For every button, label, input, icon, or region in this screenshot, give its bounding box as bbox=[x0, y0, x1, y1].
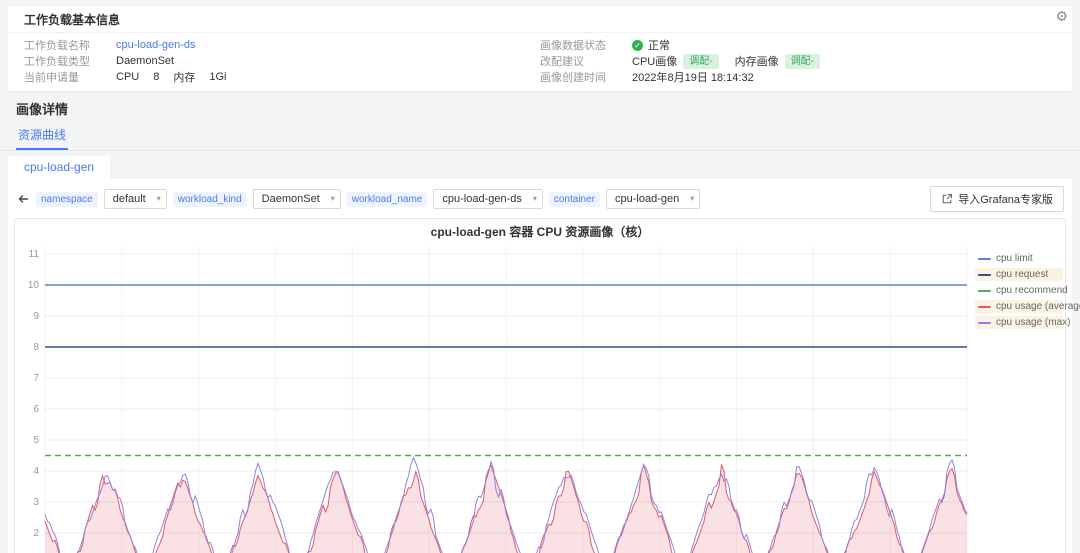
curve-card: namespace default ▾ workload_kind Daemon… bbox=[8, 179, 1072, 553]
cpu-chart-svg: 1234567891011 bbox=[15, 240, 975, 553]
workload-name-select-value: cpu-load-gen-ds bbox=[442, 193, 522, 205]
workload-info-panel: 工作负载基本信息 工作负载名称 cpu-load-gen-ds 工作负载类型 D… bbox=[8, 6, 1072, 91]
mem-profile-label: 内存画像 bbox=[735, 53, 779, 69]
status-check-icon: ✓ bbox=[632, 40, 643, 51]
cpu-profile-chart-card: cpu-load-gen 容器 CPU 资源画像（核） 123456789101… bbox=[14, 218, 1066, 553]
legend-item-cpu-usage-average[interactable]: cpu usage (average) bbox=[975, 300, 1063, 313]
panel-right-column: 画像数据状态 ✓ 正常 改配建议 CPU画像 调配- 内存画像 调配- 画像创建… bbox=[540, 37, 1056, 85]
request-mem-value: 1Gi bbox=[209, 71, 226, 83]
legend-item-cpu-request[interactable]: cpu request bbox=[975, 268, 1063, 281]
chevron-down-icon: ▾ bbox=[690, 194, 694, 203]
suggestion-label: 改配建议 bbox=[540, 53, 632, 69]
legend-marker-cpu-limit bbox=[978, 258, 991, 260]
chart-plot-area[interactable]: 1234567891011 bbox=[15, 240, 975, 553]
workload-kind-select[interactable]: DaemonSet ▾ bbox=[253, 189, 341, 209]
legend-marker-cpu-usage-max bbox=[978, 322, 991, 324]
legend-item-cpu-recommend[interactable]: cpu recommend bbox=[975, 284, 1063, 297]
legend-marker-cpu-usage-average bbox=[978, 306, 991, 308]
svg-text:11: 11 bbox=[29, 249, 40, 260]
svg-text:8: 8 bbox=[33, 342, 39, 353]
legend-marker-cpu-request bbox=[978, 274, 991, 276]
workload-name-select[interactable]: cpu-load-gen-ds ▾ bbox=[433, 189, 543, 209]
grafana-export-button[interactable]: 导入Grafana专家版 bbox=[930, 186, 1064, 212]
svg-text:3: 3 bbox=[33, 497, 39, 508]
legend-item-cpu-limit[interactable]: cpu limit bbox=[975, 252, 1063, 265]
svg-text:9: 9 bbox=[33, 311, 39, 322]
svg-text:6: 6 bbox=[33, 404, 39, 415]
current-request-label: 当前申请量 bbox=[24, 69, 116, 85]
chart-legend: cpu limit cpu request cpu recommend cpu … bbox=[975, 240, 1063, 553]
svg-text:2: 2 bbox=[33, 528, 39, 539]
request-cpu-value: 8 bbox=[153, 71, 159, 83]
namespace-select[interactable]: default ▾ bbox=[104, 189, 167, 209]
row-profile-created: 画像创建时间 2022年8月19日 18:14:32 bbox=[540, 69, 1056, 85]
page: ⚙ 工作负载基本信息 工作负载名称 cpu-load-gen-ds 工作负载类型… bbox=[0, 0, 1080, 553]
legend-label-cpu-limit: cpu limit bbox=[996, 253, 1033, 264]
profile-created-value: 2022年8月19日 18:14:32 bbox=[632, 69, 754, 85]
tab-resource-curve[interactable]: 资源曲线 bbox=[16, 122, 68, 150]
svg-text:5: 5 bbox=[33, 435, 39, 446]
detail-tabs: 资源曲线 bbox=[0, 122, 1080, 151]
row-reconfig-suggestion: 改配建议 CPU画像 调配- 内存画像 调配- bbox=[540, 53, 1056, 69]
filter-label-workload-name: workload_name bbox=[347, 192, 428, 207]
detail-section-title: 画像详情 bbox=[16, 99, 1080, 118]
filter-label-workload-kind: workload_kind bbox=[173, 192, 247, 207]
svg-text:4: 4 bbox=[33, 466, 39, 477]
legend-label-cpu-usage-average: cpu usage (average) bbox=[996, 301, 1080, 312]
legend-label-cpu-recommend: cpu recommend bbox=[996, 285, 1068, 296]
profile-status-value: 正常 bbox=[648, 37, 670, 53]
settings-gear-icon[interactable]: ⚙ bbox=[1055, 8, 1068, 25]
row-workload-type: 工作负载类型 DaemonSet bbox=[24, 53, 540, 69]
legend-marker-cpu-recommend bbox=[978, 290, 991, 292]
row-profile-status: 画像数据状态 ✓ 正常 bbox=[540, 37, 1056, 53]
cpu-profile-label: CPU画像 bbox=[632, 53, 677, 69]
svg-text:7: 7 bbox=[33, 373, 39, 384]
row-current-request: 当前申请量 CPU 8 内存 1Gi bbox=[24, 69, 540, 85]
chevron-down-icon: ▾ bbox=[157, 194, 161, 203]
workload-type-label: 工作负载类型 bbox=[24, 53, 116, 69]
legend-item-cpu-usage-max[interactable]: cpu usage (max) bbox=[975, 316, 1063, 329]
profile-created-label: 画像创建时间 bbox=[540, 69, 632, 85]
panel-title: 工作负载基本信息 bbox=[8, 6, 1072, 33]
container-select-value: cpu-load-gen bbox=[615, 193, 679, 205]
chevron-down-icon: ▾ bbox=[331, 194, 335, 203]
container-select[interactable]: cpu-load-gen ▾ bbox=[606, 189, 700, 209]
back-arrow-icon[interactable] bbox=[16, 192, 30, 206]
chevron-down-icon: ▾ bbox=[533, 194, 537, 203]
grafana-button-label: 导入Grafana专家版 bbox=[958, 191, 1053, 207]
mem-profile-badge[interactable]: 调配- bbox=[785, 54, 820, 69]
chart-body: 1234567891011 cpu limit cpu request cpu … bbox=[15, 240, 1065, 553]
filter-label-container: container bbox=[549, 192, 600, 207]
filter-bar: namespace default ▾ workload_kind Daemon… bbox=[14, 184, 1066, 218]
cpu-profile-badge[interactable]: 调配- bbox=[683, 54, 718, 69]
svg-text:10: 10 bbox=[28, 280, 40, 291]
namespace-select-value: default bbox=[113, 193, 146, 205]
tab-cpu-load-gen[interactable]: cpu-load-gen bbox=[8, 156, 110, 179]
filter-label-namespace: namespace bbox=[36, 192, 98, 207]
workload-kind-select-value: DaemonSet bbox=[262, 193, 320, 205]
legend-label-cpu-request: cpu request bbox=[996, 269, 1048, 280]
row-workload-name: 工作负载名称 cpu-load-gen-ds bbox=[24, 37, 540, 53]
panel-body: 工作负载名称 cpu-load-gen-ds 工作负载类型 DaemonSet … bbox=[8, 33, 1072, 91]
chart-title: cpu-load-gen 容器 CPU 资源画像（核） bbox=[15, 219, 1065, 240]
workload-type-value: DaemonSet bbox=[116, 55, 174, 67]
workload-name-link[interactable]: cpu-load-gen-ds bbox=[116, 39, 196, 51]
external-link-icon bbox=[941, 193, 953, 205]
workload-name-label: 工作负载名称 bbox=[24, 37, 116, 53]
request-cpu-label: CPU bbox=[116, 71, 139, 83]
panel-left-column: 工作负载名称 cpu-load-gen-ds 工作负载类型 DaemonSet … bbox=[24, 37, 540, 85]
profile-status-label: 画像数据状态 bbox=[540, 37, 632, 53]
legend-label-cpu-usage-max: cpu usage (max) bbox=[996, 317, 1070, 328]
request-mem-label: 内存 bbox=[173, 69, 195, 85]
